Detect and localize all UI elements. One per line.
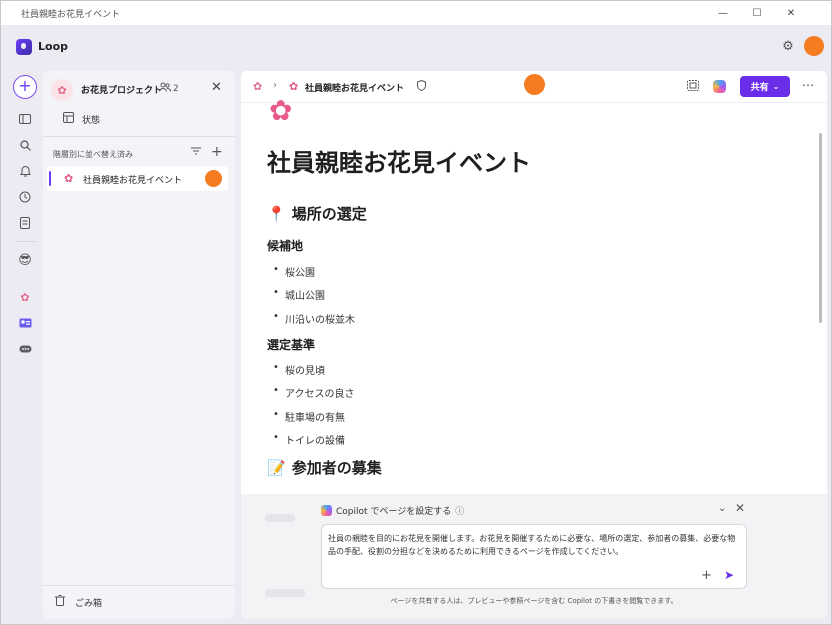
sunglasses-emoji-icon[interactable]: 😎 [17,252,33,268]
loop-logo-icon [16,39,32,55]
send-icon[interactable]: ➤ [724,568,734,582]
memo-icon: 📝 [267,458,286,477]
close-copilot-icon[interactable]: ✕ [735,501,745,515]
collaborator-avatar [205,170,222,187]
list-item[interactable]: アクセスの良さ [273,385,355,400]
copilot-panel: Copilot でページを設定する ⓘ ⌄ ✕ 社員の親睦を目的にお花見を開催し… [241,494,827,619]
rail-divider [15,241,35,242]
app-header: Loop ⚙ [1,25,831,69]
sakura-icon: ✿ [64,172,74,185]
sort-filter-icon[interactable] [191,147,201,158]
people-icon [159,82,171,95]
share-button[interactable]: 共有 ⌄ [740,76,790,97]
more-options-icon[interactable]: ⋯ [802,78,814,92]
breadcrumb-page-title[interactable]: 社員親睦お花見イベント [305,81,404,94]
status-label: 状態 [82,115,101,126]
settings-gear-icon[interactable]: ⚙ [781,40,795,54]
sakura-workspace-icon[interactable]: ✿ [17,289,33,305]
subheading[interactable]: 選定基準 [267,336,315,353]
chevron-down-icon: ⌄ [772,82,780,91]
sidebar-divider [43,136,235,137]
workspace-sakura-icon[interactable]: ✿ [253,80,262,93]
copilot-prompt-text: 社員の親睦を目的にお花見を開催します。お花見を開催するために必要な、場所の選定、… [328,534,736,556]
window-title: 社員親睦お花見イベント [21,9,121,20]
list-item[interactable]: 桜の見頃 [273,362,325,377]
user-avatar[interactable] [804,36,824,56]
recent-clock-icon[interactable] [17,189,33,205]
copilot-header-text: Copilot でページを設定する [336,507,452,517]
workspaces-icon[interactable] [17,111,33,127]
section-heading-text: 参加者の募集 [291,459,382,477]
chevron-down-icon[interactable]: ⌄ [397,81,404,90]
subheading[interactable]: 候補地 [267,237,303,254]
section-heading[interactable]: 📝 参加者の募集 [267,457,382,478]
trash-item[interactable]: ごみ箱 [55,595,102,609]
list-item[interactable]: トイレの設備 [273,432,345,447]
add-attachment-icon[interactable]: + [701,568,712,583]
copilot-prompt-input[interactable]: 社員の親睦を目的にお花見を開催します。お花見を開催するために必要な、場所の選定、… [321,524,747,589]
status-item[interactable]: 状態 [63,112,100,126]
shield-icon[interactable] [417,79,426,94]
sakura-icon: ✿ [289,80,299,93]
status-grid-icon [63,112,74,126]
notifications-bell-icon[interactable] [17,163,33,179]
section-heading[interactable]: 📍 場所の選定 [267,203,367,224]
trash-icon [55,595,65,609]
page-toolbar: ✿ › ✿ 社員親睦お花見イベント ⌄ 共有 ⌄ ⋯ [241,71,827,103]
placeholder-line [265,514,295,522]
copilot-icon[interactable] [713,80,726,93]
list-item[interactable]: 川沿いの桜並木 [273,311,355,326]
sidebar-divider [43,585,235,586]
sidebar-page-item[interactable]: ✿ 社員親睦お花見イベント [47,166,228,191]
minimize-button[interactable]: — [706,1,740,25]
member-count: 2 [173,83,179,94]
title-bar: 社員親睦お花見イベント — ☐ ✕ [1,1,831,25]
workspace-name[interactable]: お花見プロジェクト [81,83,162,96]
app-name: Loop [38,40,68,53]
chevron-right-icon: › [273,80,277,91]
add-page-icon[interactable]: + [211,144,223,160]
pushpin-icon: 📍 [267,204,286,223]
search-icon[interactable] [17,137,33,153]
section-heading-text: 場所の選定 [291,205,367,223]
sakura-icon: ✿ [51,79,73,101]
page-canvas: ✿ › ✿ 社員親睦お花見イベント ⌄ 共有 ⌄ ⋯ ✿ 社員親睦お花見イベント [241,71,827,619]
dots-workspace-icon[interactable] [17,341,33,357]
left-rail: + 😎 ✿ [11,71,39,621]
create-new-button[interactable]: + [13,75,37,99]
list-item[interactable]: 駐車場の有無 [273,409,345,424]
workspace-sidebar: ✿ お花見プロジェクト 2 ✕ 状態 階層別に並べ替え済み + ✿ 社員親睦お花… [43,71,235,619]
maximize-button[interactable]: ☐ [740,1,774,25]
app-window: 社員親睦お花見イベント — ☐ ✕ Loop ⚙ + 😎 ✿ ✿ お花見プロジェ… [0,0,832,625]
close-button[interactable]: ✕ [774,1,808,25]
page-item-label: 社員親睦お花見イベント [83,176,183,186]
page-layout-icon[interactable] [687,80,699,94]
notes-icon[interactable] [17,215,33,231]
share-label: 共有 [750,83,769,93]
presence-avatar[interactable] [524,74,545,95]
page-title[interactable]: 社員親睦お花見イベント [267,143,531,178]
list-item[interactable]: 城山公園 [273,287,325,302]
page-sakura-icon[interactable]: ✿ [269,97,303,127]
trash-label: ごみ箱 [75,598,103,609]
close-sidebar-icon[interactable]: ✕ [211,80,222,95]
copilot-disclaimer: ページを共有する人は、プレビューや参照ページを含む Copilot の下書きを閲… [390,597,678,605]
sort-label: 階層別に並べ替え済み [53,150,133,159]
vertical-scrollbar[interactable] [819,133,822,323]
info-icon[interactable]: ⓘ [455,504,464,517]
collapse-chevron-icon[interactable]: ⌄ [718,503,726,514]
copilot-header: Copilot でページを設定する ⓘ [321,504,464,517]
contact-card-icon[interactable] [17,315,33,331]
list-item[interactable]: 桜公園 [273,264,315,279]
selected-indicator [49,171,51,186]
copilot-icon [321,505,332,516]
members-button[interactable]: 2 [159,82,179,95]
